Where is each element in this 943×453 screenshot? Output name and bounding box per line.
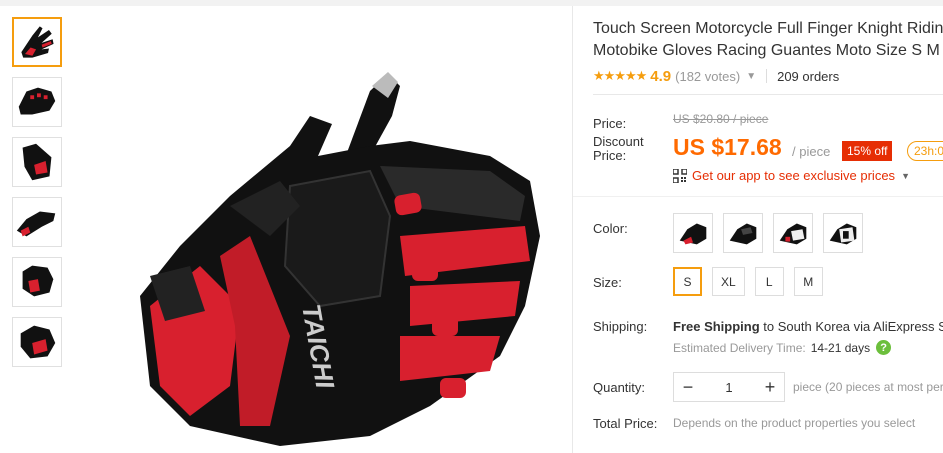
thumbnail-3[interactable] <box>12 137 62 187</box>
original-price: US $20.80 / piece <box>673 112 769 126</box>
divider <box>593 94 943 95</box>
divider <box>766 69 768 83</box>
color-option-white-red[interactable] <box>773 213 813 253</box>
product-title: Touch Screen Motorcycle Full Finger Knig… <box>593 18 943 62</box>
discount-badge: 15% off <box>842 141 893 161</box>
shipping-destination[interactable]: to South Korea via AliExpress Standard S… <box>763 319 943 334</box>
image-gallery: TAICHI <box>0 6 572 453</box>
product-title-line2: Motobike Gloves Racing Guantes Moto Size… <box>593 42 943 59</box>
quantity-input[interactable] <box>702 373 756 401</box>
app-promo[interactable]: Get our app to see exclusive prices ▼ <box>673 168 910 183</box>
size-options: S XL L M <box>673 267 833 296</box>
chevron-down-icon[interactable]: ▼ <box>746 71 756 82</box>
rating-row: ★★★★★ 4.9 (182 votes) ▼ 209 orders <box>593 67 839 85</box>
thumbnail-list <box>12 17 62 377</box>
size-option-xl[interactable]: XL <box>712 267 745 296</box>
free-shipping-text: Free Shipping <box>673 319 760 334</box>
decrease-button[interactable]: − <box>674 373 702 401</box>
delivery-label: Estimated Delivery Time: <box>673 340 806 355</box>
discount-label-line2: Price: <box>593 148 627 163</box>
thumbnail-4[interactable] <box>12 197 62 247</box>
color-option-white-black[interactable] <box>823 213 863 253</box>
product-title-line1: Touch Screen Motorcycle Full Finger Knig… <box>593 20 943 37</box>
thumbnail-2[interactable] <box>12 77 62 127</box>
rating-score: 4.9 <box>650 67 672 85</box>
quantity-label: Quantity: <box>593 380 646 395</box>
delivery-days: 14-21 days <box>810 340 871 355</box>
size-option-s[interactable]: S <box>673 267 702 296</box>
size-label: Size: <box>593 275 622 290</box>
thumbnail-5[interactable] <box>12 257 62 307</box>
color-option-black[interactable] <box>723 213 763 253</box>
price-unit: / piece <box>792 144 831 159</box>
product-info-panel: Touch Screen Motorcycle Full Finger Knig… <box>572 6 943 453</box>
size-option-m[interactable]: M <box>793 267 823 296</box>
thumbnail-6[interactable] <box>12 317 62 367</box>
shipping-label: Shipping: <box>593 319 648 334</box>
countdown-timer: 23h:00m:00s <box>907 141 943 161</box>
rating-votes[interactable]: (182 votes) <box>675 69 740 84</box>
thumbnail-1[interactable] <box>12 17 62 67</box>
product-page: TAICHI Touch Screen Motorcycle Full Fing… <box>0 0 943 453</box>
total-price-label: Total Price: <box>593 416 658 431</box>
caret-down-icon[interactable]: ▼ <box>901 171 910 181</box>
delivery-estimate: Estimated Delivery Time: 14-21 days ? <box>673 340 892 355</box>
help-icon[interactable]: ? <box>876 340 892 355</box>
order-count: 209 orders <box>777 68 840 84</box>
rating-stars-icon: ★★★★★ <box>593 68 647 83</box>
size-option-l[interactable]: L <box>754 267 784 296</box>
quantity-note: piece (20 pieces at most per customer) <box>793 380 943 394</box>
color-label: Color: <box>593 221 628 236</box>
color-options <box>673 213 873 253</box>
main-product-image: TAICHI <box>70 6 570 453</box>
glove-illustration: TAICHI <box>70 6 570 453</box>
shipping-info: Free Shipping to South Korea via AliExpr… <box>673 319 943 334</box>
increase-button[interactable]: + <box>756 373 784 401</box>
app-promo-link[interactable]: Get our app to see exclusive prices <box>692 168 895 183</box>
color-option-red-black[interactable] <box>673 213 713 253</box>
current-price: US $17.68 <box>673 134 782 160</box>
total-price-note: Depends on the product properties you se… <box>673 416 916 430</box>
price-label: Price: <box>593 116 627 131</box>
discount-label-line1: Discount <box>593 134 644 149</box>
quantity-stepper: − + <box>673 372 785 402</box>
discount-price-label: Discount Price: <box>593 135 644 163</box>
qr-code-icon <box>673 168 687 183</box>
